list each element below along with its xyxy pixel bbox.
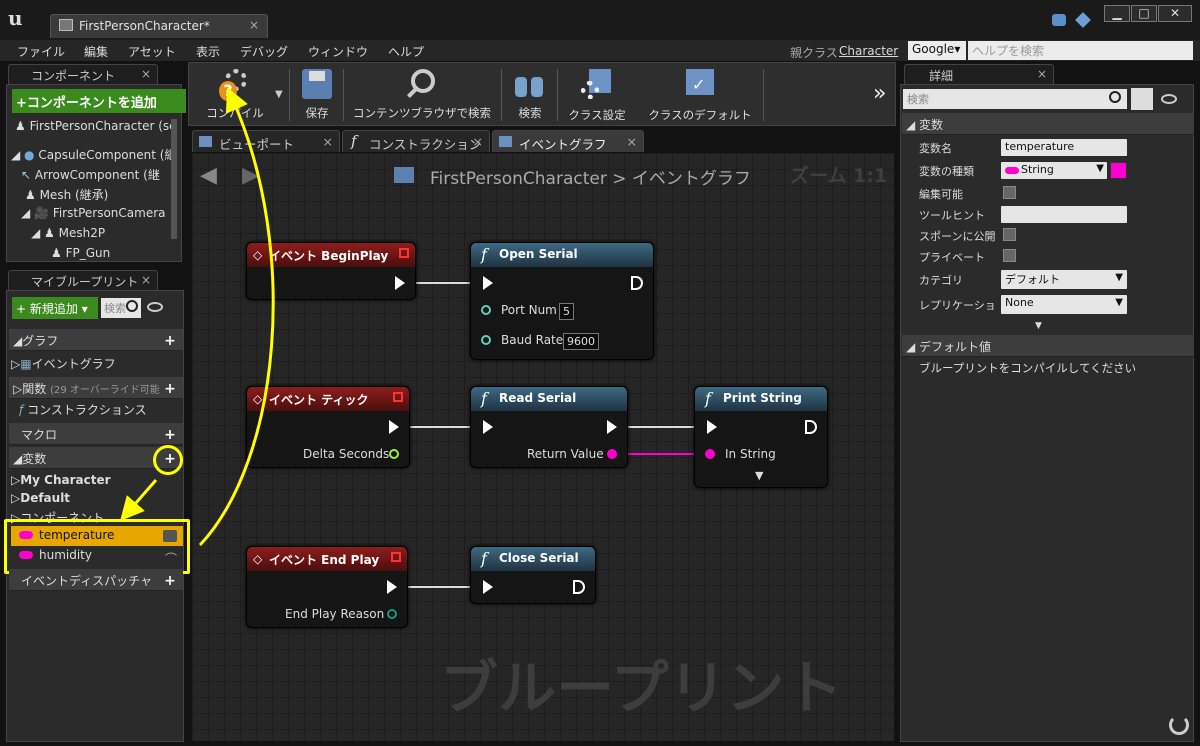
refresh-icon[interactable] xyxy=(1169,715,1189,735)
section-variable[interactable]: ◢ 変数 xyxy=(902,113,1194,135)
details-tab[interactable]: 詳細 × xyxy=(904,64,1054,84)
private-checkbox[interactable] xyxy=(1003,249,1016,262)
replication-dropdown[interactable]: None ▼ xyxy=(1001,295,1127,314)
eye-icon[interactable] xyxy=(1161,94,1177,104)
property-matrix-icon[interactable] xyxy=(1131,88,1153,110)
category-dropdown[interactable]: デフォルト ▼ xyxy=(1001,270,1127,289)
search-icon xyxy=(1109,91,1121,103)
details-search-input[interactable]: 検索 xyxy=(903,89,1127,109)
annotation-arrow xyxy=(198,87,275,547)
variable-name-input[interactable]: temperature xyxy=(1001,139,1127,156)
tooltip-input[interactable] xyxy=(1001,206,1127,223)
details-tab-label: 詳細 xyxy=(929,69,954,83)
string-type-icon xyxy=(1005,167,1019,174)
advanced-expand-icon[interactable]: ▼ xyxy=(1035,321,1042,331)
container-type-icon[interactable] xyxy=(1110,162,1127,179)
close-icon[interactable]: × xyxy=(1037,67,1047,81)
editable-checkbox[interactable] xyxy=(1003,186,1016,199)
expose-on-spawn-checkbox[interactable] xyxy=(1003,228,1016,241)
variable-type-dropdown[interactable]: String ▼ xyxy=(1001,162,1107,179)
details-panel: 検索 ◢ 変数 変数名 temperature 変数の種類 String ▼ 編集… xyxy=(900,84,1194,742)
compile-message: ブループリントをコンパイルしてください xyxy=(919,361,1137,375)
section-default-value[interactable]: ◢ デフォルト値 xyxy=(902,335,1194,357)
annotation-arrow xyxy=(120,479,158,522)
